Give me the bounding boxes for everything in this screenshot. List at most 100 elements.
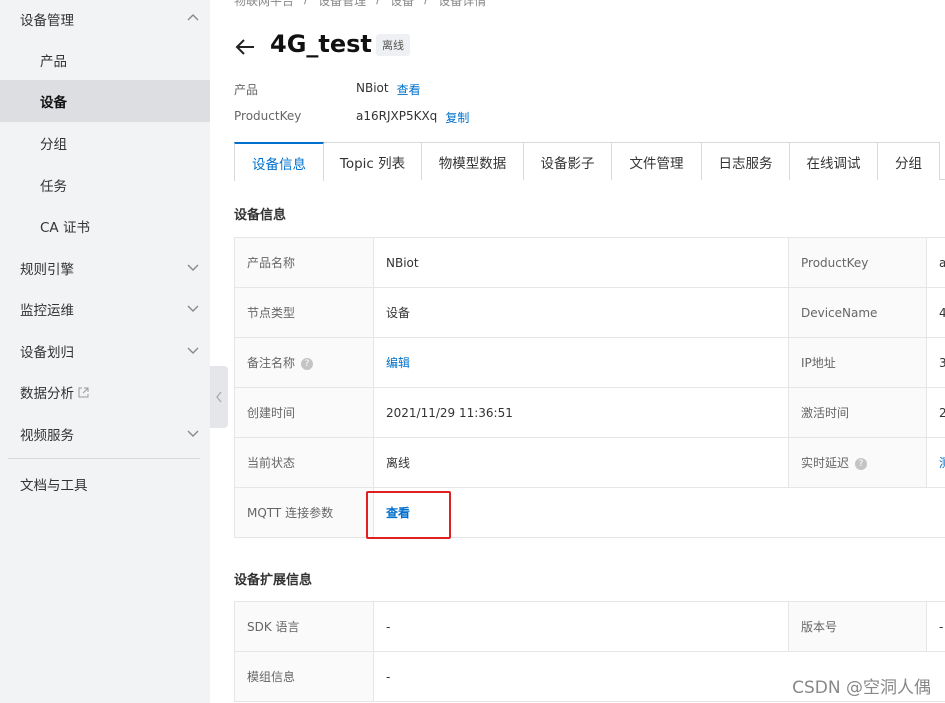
field-label: MQTT 连接参数 — [234, 487, 374, 538]
tab-thing-model-data[interactable]: 物模型数据 — [422, 142, 524, 180]
field-value: - — [373, 651, 789, 702]
table-row: MQTT 连接参数 查看 — [234, 487, 945, 538]
tab-bar: 设备信息 Topic 列表 物模型数据 设备影子 文件管理 日志服务 在线调试 … — [234, 142, 945, 181]
field-label: 产品名称 — [234, 237, 374, 288]
breadcrumb-separator: / — [424, 0, 428, 8]
help-icon[interactable]: ? — [301, 357, 314, 370]
chevron-down-icon — [187, 264, 199, 271]
field-value: 2 — [926, 387, 945, 438]
field-label: 当前状态 — [234, 437, 374, 488]
sidebar-item-label: 分组 — [40, 137, 67, 153]
empty-cell — [788, 487, 927, 538]
sidebar-group-docs-tools[interactable]: 文档与工具 — [0, 463, 210, 505]
table-row: 当前状态 离线 实时延迟? 测 — [234, 437, 945, 488]
table-row: 产品名称 NBiot ProductKey a — [234, 237, 945, 288]
breadcrumb-item[interactable]: 设备 — [390, 0, 414, 8]
back-arrow-icon[interactable] — [234, 36, 256, 58]
sidebar-item-product[interactable]: 产品 — [0, 39, 210, 81]
sidebar-item-device[interactable]: 设备 — [0, 80, 210, 122]
tab-online-debug[interactable]: 在线调试 — [790, 142, 878, 180]
field-value-cell: 编辑 — [373, 337, 789, 388]
chevron-up-icon — [187, 14, 199, 21]
sidebar-group-device-assign[interactable]: 设备划归 — [0, 330, 210, 372]
table-row: 备注名称? 编辑 IP地址 3 — [234, 337, 945, 388]
field-label: DeviceName — [788, 287, 927, 338]
chevron-down-icon — [187, 305, 199, 312]
help-icon[interactable]: ? — [855, 457, 868, 470]
sidebar-item-group[interactable]: 分组 — [0, 122, 210, 164]
sidebar-group-label: 视频服务 — [20, 428, 74, 444]
chevron-down-icon — [187, 347, 199, 354]
field-value-cell: 测 — [926, 437, 945, 488]
sidebar-group-label: 文档与工具 — [20, 478, 88, 494]
breadcrumb-item[interactable]: 物联网平台 — [234, 0, 294, 8]
breadcrumb: 物联网平台 / 设备管理 / 设备 / 设备详情 — [234, 0, 486, 8]
tab-device-info[interactable]: 设备信息 — [234, 142, 324, 181]
field-value: - — [926, 601, 945, 652]
sidebar-item-label: CA 证书 — [40, 220, 90, 236]
sidebar-group-label: 规则引擎 — [20, 262, 74, 278]
main-content: 物联网平台 / 设备管理 / 设备 / 设备详情 4G_test 离线 产品 N… — [234, 0, 945, 703]
table-row: SDK 语言 - 版本号 - — [234, 601, 945, 652]
status-badge: 离线 — [376, 34, 410, 56]
product-value-row: NBiot 查看 — [356, 81, 421, 98]
sidebar-group-video[interactable]: 视频服务 — [0, 413, 210, 455]
external-link-icon — [78, 387, 89, 397]
page-title: 4G_test — [270, 30, 372, 58]
product-value: NBiot — [356, 81, 389, 95]
field-value-cell: 查看 — [373, 487, 789, 538]
sidebar-group-label: 数据分析 — [20, 386, 74, 402]
sidebar-item-label: 任务 — [40, 179, 67, 195]
sidebar-group-label: 监控运维 — [20, 303, 74, 319]
sidebar-item-task[interactable]: 任务 — [0, 164, 210, 206]
view-mqtt-params-link[interactable]: 查看 — [386, 506, 410, 520]
field-label: 备注名称 — [247, 356, 296, 370]
field-label: 创建时间 — [234, 387, 374, 438]
device-info-title: 设备信息 — [234, 208, 287, 223]
chevron-down-icon — [187, 430, 199, 437]
table-row: 创建时间 2021/11/29 11:36:51 激活时间 2 — [234, 387, 945, 438]
sidebar: 设备管理 产品 设备 分组 任务 CA 证书 规则引擎 监控运维 设备划归 数据… — [0, 0, 210, 703]
sidebar-collapse-handle[interactable] — [210, 366, 228, 428]
tab-topic-list[interactable]: Topic 列表 — [324, 142, 422, 180]
sidebar-group-label: 设备管理 — [20, 13, 74, 29]
field-value: - — [373, 601, 789, 652]
field-value: NBiot — [373, 237, 789, 288]
sidebar-divider — [8, 458, 200, 459]
field-label: 版本号 — [788, 601, 927, 652]
field-value: 4 — [926, 287, 945, 338]
copy-productkey-link[interactable]: 复制 — [445, 109, 469, 126]
field-label-with-help: 实时延迟? — [788, 437, 927, 488]
tab-file-management[interactable]: 文件管理 — [612, 142, 702, 180]
sidebar-group-rules-engine[interactable]: 规则引擎 — [0, 247, 210, 289]
ext-info-title: 设备扩展信息 — [234, 573, 313, 588]
sidebar-group-monitoring[interactable]: 监控运维 — [0, 288, 210, 330]
tab-log-service[interactable]: 日志服务 — [702, 142, 790, 180]
breadcrumb-item: 设备详情 — [438, 0, 487, 8]
field-label: 实时延迟 — [801, 456, 850, 470]
field-value: 2021/11/29 11:36:51 — [373, 387, 789, 438]
productkey-value-row: a16RJXP5KXq 复制 — [356, 109, 469, 126]
sidebar-group-label: 设备划归 — [20, 345, 74, 361]
field-label-with-help: 备注名称? — [234, 337, 374, 388]
chevron-left-icon — [216, 391, 222, 403]
empty-cell — [926, 487, 945, 538]
sidebar-item-ca-cert[interactable]: CA 证书 — [0, 205, 210, 247]
view-product-link[interactable]: 查看 — [397, 81, 421, 98]
field-value: 设备 — [373, 287, 789, 338]
sidebar-group-device-management[interactable]: 设备管理 — [0, 0, 210, 40]
field-label: 模组信息 — [234, 651, 374, 702]
field-label: SDK 语言 — [234, 601, 374, 652]
latency-test-link[interactable]: 测 — [939, 456, 945, 470]
app-root: 设备管理 产品 设备 分组 任务 CA 证书 规则引擎 监控运维 设备划归 数据… — [0, 0, 945, 703]
sidebar-group-data-analysis[interactable]: 数据分析 — [0, 371, 210, 413]
field-label: IP地址 — [788, 337, 927, 388]
breadcrumb-item[interactable]: 设备管理 — [318, 0, 366, 8]
table-row: 节点类型 设备 DeviceName 4 — [234, 287, 945, 338]
tab-device-shadow[interactable]: 设备影子 — [524, 142, 612, 180]
field-value: 离线 — [373, 437, 789, 488]
edit-remark-link[interactable]: 编辑 — [386, 356, 410, 370]
product-label: 产品 — [234, 83, 259, 97]
field-label: 节点类型 — [234, 287, 374, 338]
tab-group[interactable]: 分组 — [878, 142, 940, 180]
